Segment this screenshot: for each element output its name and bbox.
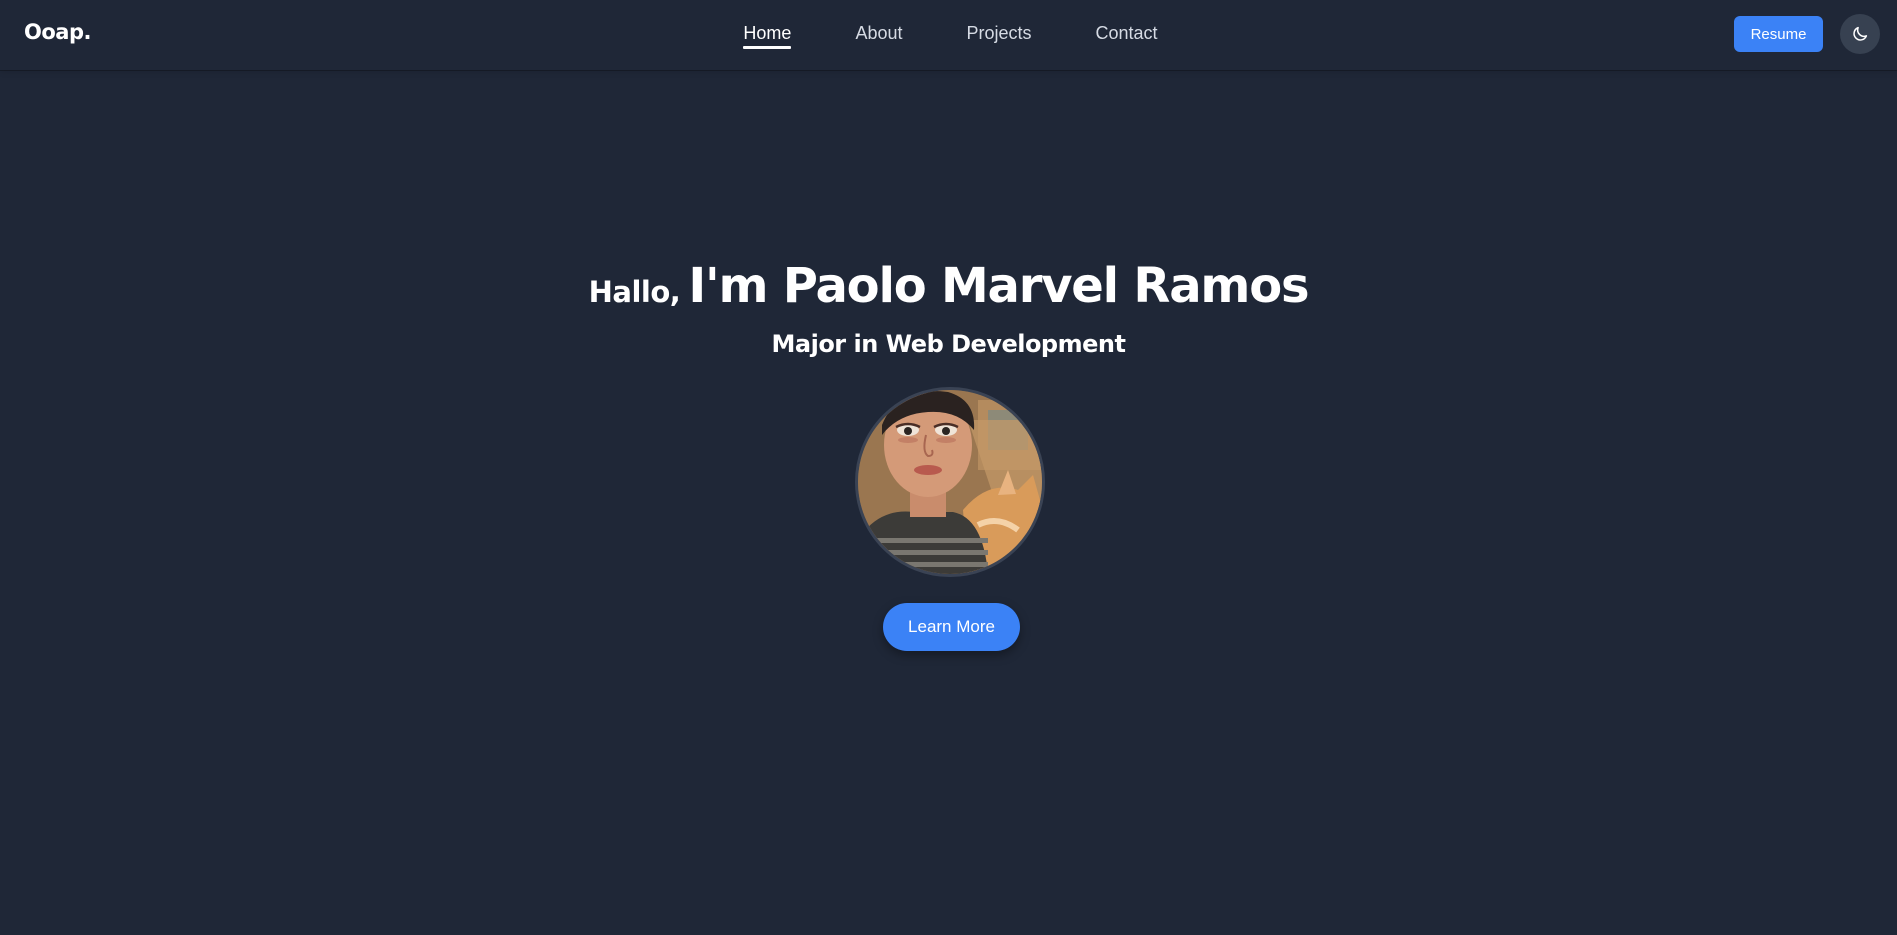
hero-greeting: Hallo, xyxy=(588,275,681,309)
top-navbar: Ooap. Home About Projects Contact Resume xyxy=(0,0,1897,70)
learn-more-button[interactable]: Learn More xyxy=(883,603,1020,651)
nav-link-contact[interactable]: Contact xyxy=(1096,22,1158,46)
resume-button[interactable]: Resume xyxy=(1734,16,1823,52)
site-logo[interactable]: Ooap. xyxy=(24,20,91,44)
nav-link-about[interactable]: About xyxy=(855,22,902,46)
nav-links: Home About Projects Contact xyxy=(0,0,1897,70)
profile-avatar xyxy=(855,387,1045,577)
nav-links-group: Home About Projects Contact xyxy=(743,0,1158,70)
nav-link-projects[interactable]: Projects xyxy=(966,22,1031,46)
hero-section: Hallo, I'm Paolo Marvel Ramos Major in We… xyxy=(0,70,1897,935)
profile-illustration xyxy=(858,390,1042,574)
theme-toggle-button[interactable] xyxy=(1840,14,1880,54)
hero-name: I'm Paolo Marvel Ramos xyxy=(688,258,1309,314)
moon-icon xyxy=(1853,26,1868,41)
hero-headline: Hallo, I'm Paolo Marvel Ramos xyxy=(0,258,1897,314)
nav-link-home[interactable]: Home xyxy=(743,22,792,49)
hero-subtitle: Major in Web Development xyxy=(771,330,1126,358)
